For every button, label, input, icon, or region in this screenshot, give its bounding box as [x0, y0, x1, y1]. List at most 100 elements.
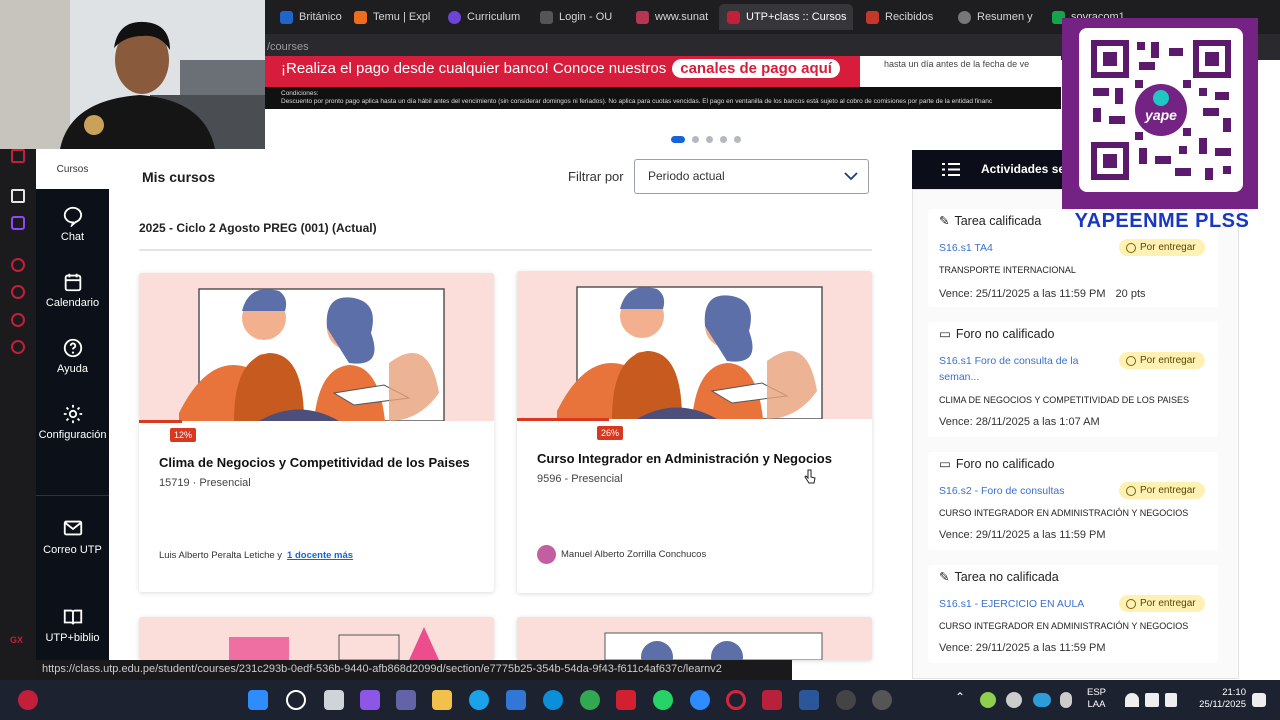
activity-card[interactable]: ▭ Foro no calificado S16.s2 - Foro de con… — [928, 452, 1218, 550]
extensions-icon[interactable] — [11, 313, 25, 327]
steam-icon[interactable] — [836, 690, 856, 710]
course-subtitle: 9596 - Presencial — [537, 473, 623, 485]
activity-card[interactable]: ✎ Tarea no calificada S16.s1 - EJERCICIO … — [928, 565, 1218, 663]
browser-tab[interactable]: www.sunat — [628, 4, 712, 30]
course-card[interactable] — [139, 617, 494, 660]
link-status-bar: https://class.utp.edu.pe/student/courses… — [36, 660, 792, 680]
progress-badge: 12% — [170, 428, 197, 442]
carousel-dot[interactable] — [706, 136, 713, 143]
course-teachers: Luis Alberto Peralta Letiche y 1 docente… — [159, 550, 354, 561]
notification-app-icon[interactable] — [18, 690, 38, 710]
sidebar-item-calendario[interactable]: Calendario — [36, 271, 109, 309]
start-icon[interactable] — [248, 690, 268, 710]
clock[interactable]: 21:10 25/11/2025 — [1190, 687, 1246, 711]
music-icon[interactable] — [11, 149, 25, 163]
course-card[interactable] — [517, 617, 872, 660]
history-icon[interactable] — [11, 258, 25, 272]
app-icon[interactable] — [872, 690, 892, 710]
webcam-overlay — [0, 0, 265, 149]
sidebar-item-chat[interactable]: Chat — [36, 205, 109, 243]
payment-channels-link[interactable]: canales de pago aquí — [672, 59, 840, 78]
onedrive-icon[interactable] — [1033, 693, 1051, 707]
task-view-icon[interactable] — [324, 690, 344, 710]
forum-icon: ▭ — [939, 457, 951, 471]
task-icon: ✎ — [939, 214, 950, 228]
sidebar-item-correo[interactable]: Correo UTP — [36, 517, 109, 558]
browser-tab[interactable]: Curriculum — [440, 4, 520, 30]
site-icon — [958, 10, 971, 24]
activity-due: Vence: 29/11/2025 a las 11:59 PM — [939, 642, 1106, 654]
battery-icon[interactable] — [1165, 693, 1177, 707]
gx-icon[interactable]: GX — [10, 635, 23, 645]
utp-icon[interactable] — [762, 690, 782, 710]
progress-bar — [517, 418, 609, 421]
chrome-icon[interactable] — [580, 690, 600, 710]
zoom-icon[interactable] — [690, 690, 710, 710]
activity-link[interactable]: S16.s1 TA4 — [939, 240, 1099, 256]
tray-app-icon[interactable] — [980, 692, 996, 708]
folder-icon[interactable] — [432, 690, 452, 710]
sidebar-item-ayuda[interactable]: Ayuda — [36, 337, 109, 375]
settings-icon[interactable] — [11, 340, 25, 354]
word-icon[interactable] — [799, 690, 819, 710]
course-card[interactable]: 12% Clima de Negocios y Competitividad d… — [139, 273, 494, 592]
carousel-dot-active[interactable] — [671, 136, 685, 143]
opera-gx-icon[interactable] — [726, 690, 746, 710]
activity-link[interactable]: S16.s2 - Foro de consultas — [939, 483, 1099, 499]
period-select[interactable]: Periodo actual — [634, 159, 869, 194]
clock-icon — [1126, 242, 1136, 253]
wifi-icon[interactable] — [1125, 693, 1139, 707]
activity-course: CURSO INTEGRADOR EN ADMINISTRACIÓN Y NEG… — [939, 508, 1189, 518]
help-icon — [63, 338, 82, 358]
clock-icon[interactable] — [11, 285, 25, 299]
activity-link[interactable]: S16.s1 - EJERCICIO EN AULA — [939, 596, 1099, 612]
carousel-dot[interactable] — [734, 136, 741, 143]
language-indicator[interactable]: ESP LAA — [1087, 687, 1106, 711]
search-icon[interactable] — [286, 690, 306, 710]
browser-tab[interactable]: Temu | Expl — [346, 4, 432, 30]
site-icon — [636, 10, 649, 24]
calendar-icon — [64, 273, 81, 292]
course-title[interactable]: Clima de Negocios y Competitividad de lo… — [159, 455, 470, 470]
browser-tab[interactable]: Resumen y — [950, 4, 1038, 30]
carousel-dot[interactable] — [720, 136, 727, 143]
sidebar-item-biblio[interactable]: UTP+biblio — [36, 606, 109, 644]
microphone-icon[interactable] — [1060, 692, 1072, 708]
sidebar-item-configuracion[interactable]: Configuración — [36, 403, 109, 441]
store-icon[interactable] — [506, 690, 526, 710]
progress-bar — [139, 420, 182, 423]
tray-app-icon[interactable] — [1006, 692, 1022, 708]
more-teachers-link[interactable]: 1 docente más — [287, 550, 353, 561]
course-title[interactable]: Curso Integrador en Administración y Neg… — [537, 451, 832, 466]
edge-icon[interactable] — [469, 690, 489, 710]
divider — [139, 249, 872, 251]
notification-bell-icon[interactable] — [1252, 693, 1266, 707]
course-card[interactable]: 26% Curso Integrador en Administración y… — [517, 271, 872, 593]
course-illustration — [517, 271, 872, 419]
twitch-icon[interactable] — [11, 216, 25, 230]
hp-icon[interactable] — [543, 690, 563, 710]
site-icon — [280, 10, 293, 24]
browser-tab[interactable]: Recibidos — [858, 4, 938, 30]
activity-card[interactable]: ▭ Foro no calificado S16.s1 Foro de consu… — [928, 322, 1218, 437]
ai-icon[interactable] — [11, 189, 25, 203]
teams-icon[interactable] — [396, 690, 416, 710]
volume-icon[interactable] — [1145, 693, 1159, 707]
sidebar-item-cursos[interactable]: Cursos — [36, 149, 109, 189]
browser-tab[interactable]: Británico | A — [272, 4, 344, 30]
forum-icon: ▭ — [939, 327, 951, 341]
clock-icon — [1126, 598, 1136, 609]
whatsapp-icon[interactable] — [653, 690, 673, 710]
webcam-video — [0, 0, 265, 149]
browser-tab[interactable]: Login - OU — [532, 4, 618, 30]
activity-link[interactable]: S16.s1 Foro de consulta de la seman... — [939, 353, 1099, 385]
site-icon — [540, 10, 553, 24]
mcafee-icon[interactable] — [616, 690, 636, 710]
tray-chevron-icon[interactable]: ⌃ — [955, 690, 969, 710]
gmail-icon — [866, 10, 879, 24]
chat-icon — [63, 206, 82, 227]
carousel-dot[interactable] — [692, 136, 699, 143]
browser-tab-active[interactable]: UTP+class :: Cursos — [719, 4, 853, 30]
list-icon — [942, 163, 960, 176]
copilot-icon[interactable] — [360, 690, 380, 710]
